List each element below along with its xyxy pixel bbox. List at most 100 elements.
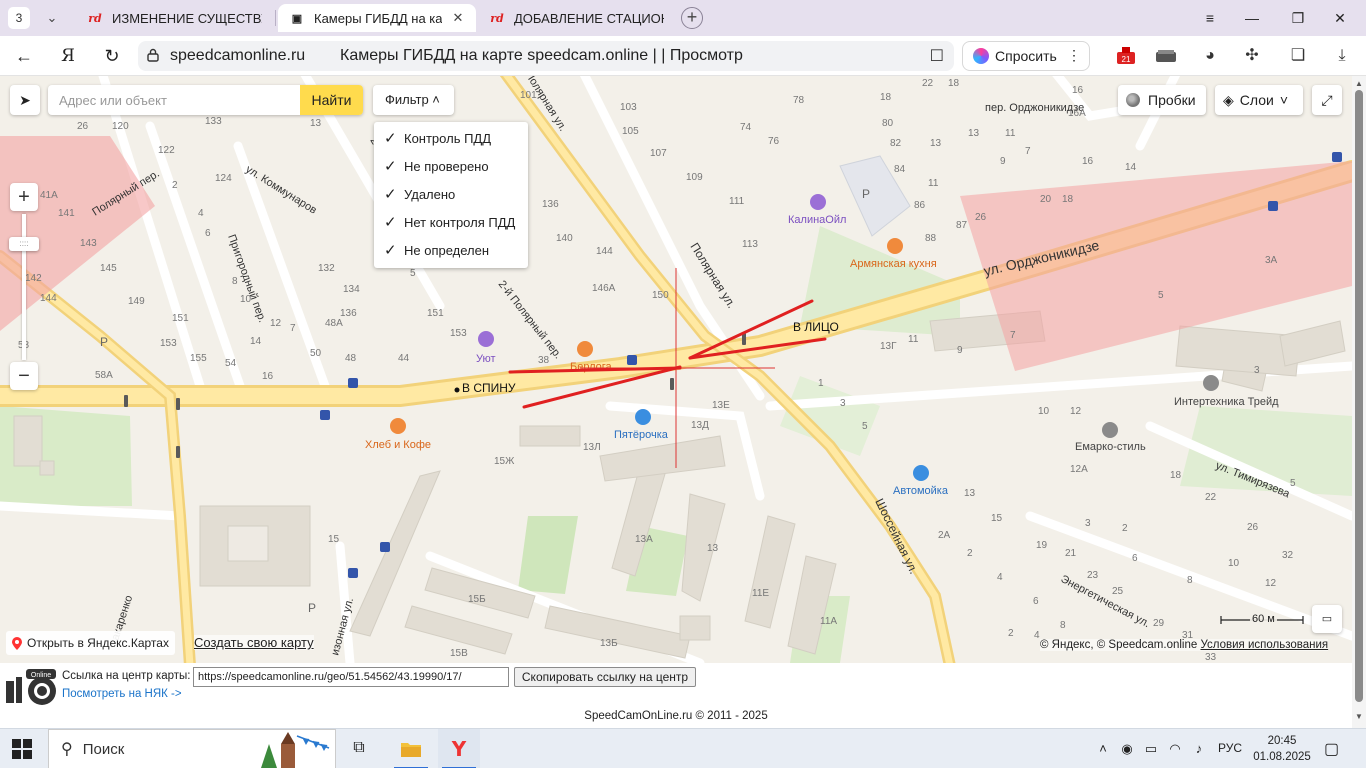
address-search-input[interactable]	[48, 85, 300, 115]
terms-link[interactable]: Условия использования	[1200, 639, 1328, 651]
scrollbar-thumb[interactable]	[1355, 90, 1363, 702]
svg-text:15: 15	[328, 534, 340, 545]
filter-item-control-pdd[interactable]: ✓ Контроль ПДД	[374, 124, 528, 152]
svg-text:136: 136	[340, 308, 357, 319]
close-window-icon[interactable]: ✕	[1330, 8, 1350, 28]
create-map-link[interactable]: Создать свою карту	[194, 635, 314, 650]
open-yandex-maps-link[interactable]: Открыть в Яндекс.Картах	[6, 631, 175, 655]
svg-text:21: 21	[1065, 548, 1077, 559]
svg-text:25: 25	[1112, 586, 1124, 597]
extension-globe-icon[interactable]: ◕	[1198, 44, 1222, 68]
scroll-up-icon[interactable]: ▲	[1355, 79, 1363, 88]
svg-text:84: 84	[894, 164, 906, 175]
bookmark-icon[interactable]: ☐	[930, 46, 944, 66]
layers-button[interactable]: ◈ Слои ˅	[1215, 85, 1303, 115]
new-tab-button[interactable]: +	[681, 7, 703, 29]
download-icon[interactable]: ⤓	[1330, 44, 1354, 68]
zoom-out-button[interactable]: −	[10, 362, 38, 390]
center-link-input[interactable]	[193, 667, 509, 687]
zoom-slider-track[interactable]	[22, 214, 26, 360]
svg-text:80: 80	[882, 118, 894, 129]
svg-text:105: 105	[622, 126, 639, 137]
traffic-icon	[1126, 93, 1140, 107]
yandex-logo-icon[interactable]: Я	[56, 45, 80, 67]
poi-armenian-kitchen: Армянская кухня	[850, 258, 937, 270]
find-button[interactable]: Найти	[300, 85, 363, 115]
annotation-front-label: В ЛИЦО	[793, 320, 839, 334]
svg-text:5: 5	[1290, 478, 1296, 489]
filter-item-no-control[interactable]: ✓ Нет контроля ПДД	[374, 208, 528, 236]
volume-icon[interactable]: ♪	[1190, 740, 1208, 758]
task-view-icon[interactable]: ⧉	[348, 739, 370, 759]
svg-text:23: 23	[1087, 570, 1099, 581]
scroll-down-icon[interactable]: ▼	[1355, 712, 1363, 721]
file-explorer-icon[interactable]	[390, 729, 432, 768]
svg-text:16: 16	[262, 371, 274, 382]
svg-text:5: 5	[862, 421, 868, 432]
checkmark-icon: ✓	[384, 242, 397, 259]
filter-button[interactable]: Фильтр ˄	[373, 85, 454, 115]
poi-pyaterochka: Пятёрочка	[614, 429, 669, 441]
omnibox[interactable]: speedcamonline.ru Камеры ГИБДД на карте …	[138, 41, 954, 71]
menu-icon[interactable]: ≡	[1200, 8, 1220, 28]
minimize-icon[interactable]: —	[1242, 8, 1262, 28]
traffic-button[interactable]: Пробки	[1118, 85, 1206, 115]
windows-start-icon[interactable]	[12, 739, 32, 759]
svg-text:143: 143	[80, 238, 97, 249]
tray-chevron-up-icon[interactable]: ˄	[1094, 740, 1112, 758]
street-label-energeticheskaya: Энергетическая ул.	[1059, 573, 1152, 630]
zoom-slider-thumb[interactable]: ::::	[9, 237, 39, 251]
svg-text:15В: 15В	[450, 648, 468, 659]
tab-izmenenie[interactable]: rd ИЗМЕНЕНИЕ СУЩЕСТВУ	[76, 4, 272, 32]
input-language[interactable]: РУС	[1218, 741, 1242, 755]
site-footer-text: SpeedCamOnLine.ru © 2011 - 2025	[584, 710, 768, 722]
close-icon[interactable]: ✕	[450, 10, 466, 26]
svg-text:13Е: 13Е	[712, 400, 730, 411]
zoom-in-button[interactable]: +	[10, 183, 38, 211]
svg-text:9: 9	[957, 345, 963, 356]
copy-link-button[interactable]: Скопировать ссылку на центр	[514, 667, 696, 687]
notifications-icon[interactable]: ▢	[1324, 739, 1339, 759]
svg-text:13: 13	[930, 138, 942, 149]
scale-label: 60 м	[1250, 613, 1277, 625]
page-scrollbar[interactable]: ▲ ▼	[1352, 76, 1366, 728]
battery-icon[interactable]: ▭	[1142, 740, 1160, 758]
meet-now-icon[interactable]: ◉	[1118, 740, 1136, 758]
extension-badge-icon[interactable]: 21	[1114, 44, 1138, 68]
back-arrow-icon[interactable]: ←	[12, 45, 36, 67]
wifi-icon[interactable]: ◠	[1166, 740, 1184, 758]
svg-text:29: 29	[1153, 618, 1165, 629]
svg-text:76: 76	[768, 136, 780, 147]
ruler-icon[interactable]: ▭	[1312, 605, 1342, 633]
svg-text:4: 4	[198, 208, 204, 219]
puzzle-icon[interactable]: ✣	[1240, 44, 1264, 68]
filter-item-undefined[interactable]: ✓ Не определен	[374, 236, 528, 264]
tab-speedcam[interactable]: ▣ Камеры ГИБДД на карт ✕	[278, 4, 476, 32]
map-area[interactable]: ул. Орджоникидзе пер. Орджоникидзе Поляр…	[0, 76, 1352, 663]
extension-plate-icon[interactable]	[1154, 44, 1178, 68]
collections-icon[interactable]: ❏	[1286, 44, 1310, 68]
taskbar-search-box[interactable]: ⚲ Поиск	[48, 729, 336, 768]
filter-item-deleted[interactable]: ✓ Удалено	[374, 180, 528, 208]
svg-text:13Г: 13Г	[880, 341, 897, 352]
yandex-browser-icon[interactable]: Y	[438, 729, 480, 768]
clock-date: 01.08.2025	[1253, 751, 1311, 763]
ask-alice-button[interactable]: Спросить ⋮	[962, 41, 1090, 71]
svg-text:3: 3	[1085, 518, 1091, 529]
tab-counter[interactable]: 3	[8, 7, 30, 29]
filter-dropdown: ✓ Контроль ПДД ✓ Не проверено ✓ Удалено ✓ Не…	[374, 122, 528, 268]
svg-text:44: 44	[398, 353, 410, 364]
fullscreen-icon[interactable]: ⤢	[1312, 85, 1342, 115]
restore-icon[interactable]: ❐	[1288, 8, 1308, 28]
filter-item-not-checked[interactable]: ✓ Не проверено	[374, 152, 528, 180]
reload-icon[interactable]: ↻	[100, 45, 124, 67]
taskbar-clock[interactable]: 20:45 01.08.2025	[1252, 733, 1312, 765]
svg-text:107: 107	[650, 148, 667, 159]
nyak-link[interactable]: Посмотреть на НЯК ->	[62, 688, 182, 700]
map-pin-icon	[12, 636, 22, 650]
more-icon[interactable]: ⋮	[1067, 47, 1081, 64]
tab-dobavlenie[interactable]: rd ДОБАВЛЕНИЕ СТАЦИОН	[478, 4, 674, 32]
geolocation-icon[interactable]: ➤	[10, 85, 40, 115]
chevron-down-icon[interactable]: ⌄	[40, 8, 64, 28]
svg-text:136: 136	[542, 199, 559, 210]
